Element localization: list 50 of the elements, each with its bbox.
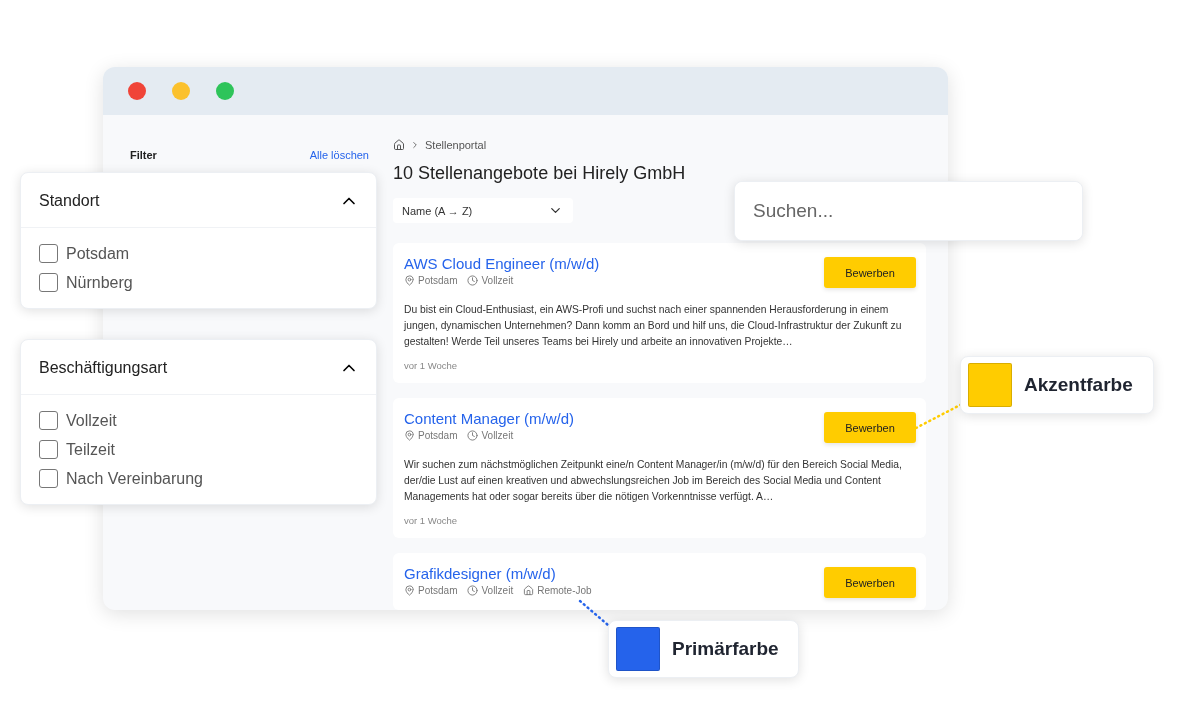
checkbox[interactable] (39, 244, 58, 263)
checkbox-label: Potsdam (66, 244, 130, 263)
job-description: Wir suchen zum nächstmöglichen Zeitpunkt eine/n Content Manager/in (m/w/d) für den Bereich Social Media, der/die Lust auf einen kreativen und abwechslungsreichen Job im Bereich des Social Media und Content Managements hat oder sogar bereits über die nötigen Vorkenntnisse verfügt. A… (404, 458, 903, 504)
minimize-dot-icon[interactable] (172, 82, 190, 100)
location-pin-icon (404, 585, 415, 596)
job-title-link[interactable]: AWS Cloud Engineer (m/w/d) (404, 255, 600, 272)
checkbox-label: Nürnberg (66, 273, 133, 292)
checkbox[interactable] (39, 411, 58, 430)
maximize-dot-icon[interactable] (216, 82, 234, 100)
location-pin-icon (404, 430, 415, 441)
color-label: Primärfarbe (672, 638, 779, 660)
sort-dropdown[interactable]: Name (A → Z) (393, 198, 573, 223)
checkbox[interactable] (39, 440, 58, 459)
color-label: Akzentfarbe (1024, 374, 1133, 396)
checkbox-label: Teilzeit (66, 440, 115, 459)
clock-icon (467, 585, 479, 596)
job-tag: Potsdam (418, 585, 458, 596)
job-tag: Potsdam (418, 430, 458, 441)
apply-button[interactable]: Bewerben (824, 412, 916, 443)
checkbox[interactable] (39, 469, 58, 488)
clock-icon (467, 430, 479, 441)
location-pin-icon (404, 275, 415, 286)
leader-line (578, 599, 610, 627)
job-tag: Vollzeit (481, 275, 514, 286)
filter-title: Filter (130, 149, 157, 161)
job-title-link[interactable]: Grafikdesigner (m/w/d) (404, 565, 592, 582)
apply-button[interactable]: Bewerben (824, 567, 916, 598)
breadcrumb-link[interactable]: Stellenportal (425, 139, 487, 151)
posted-time: vor 1 Woche (404, 515, 459, 526)
job-tag: Potsdam (418, 275, 458, 286)
job-tag: Vollzeit (481, 585, 514, 596)
house-icon (523, 585, 535, 596)
job-tag: Remote-Job (537, 585, 592, 596)
filter-panel-title: Standort (39, 192, 100, 210)
clear-all-link[interactable]: Alle löschen (309, 149, 369, 161)
clock-icon (467, 275, 479, 286)
checkbox-label: Nach Vereinbarung (66, 469, 203, 488)
close-dot-icon[interactable] (128, 82, 146, 100)
checkbox-label: Vollzeit (66, 411, 117, 430)
filter-panel-title: Beschäftigungsart (39, 359, 168, 377)
checkbox[interactable] (39, 273, 58, 292)
job-title-link[interactable]: Content Manager (m/w/d) (404, 410, 575, 427)
breadcrumb-separator-icon (410, 140, 420, 150)
search-field[interactable]: Suchen... (735, 182, 1082, 240)
job-tag: Vollzeit (481, 430, 514, 441)
apply-button[interactable]: Bewerben (824, 257, 916, 288)
posted-time: vor 1 Woche (404, 360, 459, 371)
home-icon[interactable] (393, 139, 405, 151)
job-description: Du bist ein Cloud-Enthusiast, ein AWS-Profi und suchst nach einer spannenden Herausforderung in einem jungen, dynamischen Unternehmen? Dann komm an Bord und hilf uns, die Cloud-Infrastruktur der Zukunft zu gestalten! Werde Teil unseres Teams bei Hirely und arbeite an innovativen Projekte… (404, 303, 903, 349)
page-heading: 10 Stellenangebote bei Hirely GmbH (393, 163, 687, 184)
